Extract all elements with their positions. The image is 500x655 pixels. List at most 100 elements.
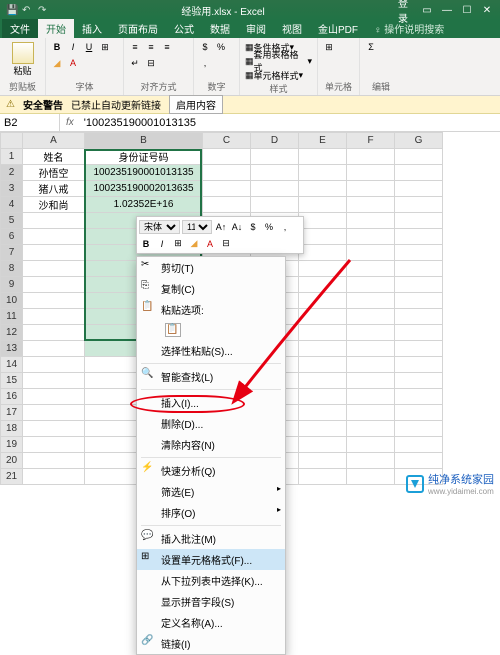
mini-fontcolor-icon[interactable]: A (203, 237, 217, 251)
formula-input[interactable]: '100235190001013135 (80, 117, 500, 129)
login-button[interactable]: 登录 (398, 2, 416, 18)
cell[interactable]: 100235190002013635 (85, 181, 203, 197)
comma-button[interactable]: , (198, 56, 212, 70)
autosum-button[interactable]: Σ (364, 40, 378, 54)
row-header[interactable]: 15 (1, 373, 23, 389)
table-format-button[interactable]: ▦ 套用表格格式 ▾ (244, 54, 313, 68)
percent-button[interactable]: % (214, 40, 228, 54)
tab-file[interactable]: 文件 (2, 19, 38, 38)
tab-formulas[interactable]: 公式 (166, 19, 202, 38)
name-box[interactable]: B2 (0, 114, 60, 131)
menu-copy[interactable]: ⎘复制(C) (137, 278, 285, 299)
row-header[interactable]: 10 (1, 293, 23, 309)
border-button[interactable]: ⊞ (98, 40, 112, 54)
col-header-g[interactable]: G (395, 133, 443, 149)
col-header-c[interactable]: C (203, 133, 251, 149)
mini-currency-icon[interactable]: $ (246, 220, 260, 234)
wrap-button[interactable]: ↵ (128, 56, 142, 70)
mini-grow-icon[interactable]: A↑ (214, 220, 228, 234)
mini-italic-icon[interactable]: I (155, 237, 169, 251)
menu-filter[interactable]: 筛选(E)▸ (137, 481, 285, 502)
row-header[interactable]: 7 (1, 245, 23, 261)
menu-dropdown-list[interactable]: 从下拉列表中选择(K)... (137, 570, 285, 591)
col-header-f[interactable]: F (347, 133, 395, 149)
cell-style-button[interactable]: ▦ 单元格样式 ▾ (244, 68, 304, 82)
row-header[interactable]: 1 (1, 149, 23, 165)
menu-clear[interactable]: 清除内容(N) (137, 434, 285, 455)
row-header[interactable]: 9 (1, 277, 23, 293)
menu-paste-special[interactable]: 选择性粘贴(S)... (137, 340, 285, 361)
col-header-d[interactable]: D (251, 133, 299, 149)
mini-comma-icon[interactable]: , (278, 220, 292, 234)
tell-me[interactable]: ♀ 操作说明搜索 (366, 19, 452, 38)
mini-format-icon[interactable]: ⊟ (219, 237, 233, 251)
row-header[interactable]: 18 (1, 421, 23, 437)
maximize-icon[interactable]: ☐ (458, 2, 476, 18)
menu-phonetic[interactable]: 显示拼音字段(S) (137, 591, 285, 612)
fx-icon[interactable]: fx (60, 117, 80, 128)
row-header[interactable]: 11 (1, 309, 23, 325)
bold-button[interactable]: B (50, 40, 64, 54)
align-top-button[interactable]: ≡ (128, 40, 142, 54)
row-header[interactable]: 19 (1, 437, 23, 453)
merge-button[interactable]: ⊟ (144, 56, 158, 70)
cell[interactable]: 身份证号码 (85, 149, 203, 165)
row-header[interactable]: 4 (1, 197, 23, 213)
menu-cut[interactable]: ✂剪切(T) (137, 257, 285, 278)
menu-link[interactable]: 🔗链接(I) (137, 633, 285, 654)
cell[interactable]: 姓名 (23, 149, 85, 165)
select-all-corner[interactable] (1, 133, 23, 149)
cell[interactable]: 孙悟空 (23, 165, 85, 181)
mini-percent-icon[interactable]: % (262, 220, 276, 234)
row-header[interactable]: 3 (1, 181, 23, 197)
cell[interactable]: 100235190001013135 (85, 165, 203, 181)
menu-define-name[interactable]: 定义名称(A)... (137, 612, 285, 633)
tab-insert[interactable]: 插入 (74, 19, 110, 38)
row-header[interactable]: 17 (1, 405, 23, 421)
mini-shrink-icon[interactable]: A↓ (230, 220, 244, 234)
mini-size[interactable]: 11 (182, 220, 212, 234)
italic-button[interactable]: I (66, 40, 80, 54)
mini-font[interactable]: 宋体 (139, 220, 180, 234)
underline-button[interactable]: U (82, 40, 96, 54)
menu-quick-analysis[interactable]: ⚡快速分析(Q) (137, 460, 285, 481)
row-header[interactable]: 12 (1, 325, 23, 341)
row-header[interactable]: 8 (1, 261, 23, 277)
cell[interactable]: 沙和尚 (23, 197, 85, 213)
undo-icon[interactable]: ↶ (22, 5, 32, 15)
tab-home[interactable]: 开始 (38, 19, 74, 38)
tab-view[interactable]: 视图 (274, 19, 310, 38)
cell[interactable]: 猪八戒 (23, 181, 85, 197)
row-header[interactable]: 5 (1, 213, 23, 229)
insert-cells-button[interactable]: ⊞ (322, 40, 336, 54)
row-header[interactable]: 14 (1, 357, 23, 373)
ribbon-options-icon[interactable]: ▭ (418, 2, 436, 18)
cell[interactable]: 1.02352E+16 (85, 197, 203, 213)
col-header-e[interactable]: E (299, 133, 347, 149)
tab-data[interactable]: 数据 (202, 19, 238, 38)
row-header[interactable]: 13 (1, 341, 23, 357)
col-header-a[interactable]: A (23, 133, 85, 149)
menu-delete[interactable]: 删除(D)... (137, 413, 285, 434)
menu-smart-lookup[interactable]: 🔍智能查找(L) (137, 366, 285, 387)
minimize-icon[interactable]: — (438, 2, 456, 18)
redo-icon[interactable]: ↷ (38, 5, 48, 15)
row-header[interactable]: 20 (1, 453, 23, 469)
menu-insert-comment[interactable]: 💬插入批注(M) (137, 528, 285, 549)
align-mid-button[interactable]: ≡ (144, 40, 158, 54)
fill-color-button[interactable]: ◢ (50, 56, 64, 70)
align-bot-button[interactable]: ≡ (160, 40, 174, 54)
tab-review[interactable]: 审阅 (238, 19, 274, 38)
paste-option-button[interactable]: 📋 (137, 320, 285, 340)
menu-sort[interactable]: 排序(O)▸ (137, 502, 285, 523)
paste-button[interactable]: 粘贴 (4, 40, 41, 79)
font-color-button[interactable]: A (66, 56, 80, 70)
save-icon[interactable]: 💾 (6, 5, 16, 15)
row-header[interactable]: 16 (1, 389, 23, 405)
menu-insert[interactable]: 插入(I)... (137, 392, 285, 413)
mini-bold-icon[interactable]: B (139, 237, 153, 251)
mini-border-icon[interactable]: ⊞ (171, 237, 185, 251)
currency-button[interactable]: $ (198, 40, 212, 54)
tab-layout[interactable]: 页面布局 (110, 19, 166, 38)
col-header-b[interactable]: B (85, 133, 203, 149)
